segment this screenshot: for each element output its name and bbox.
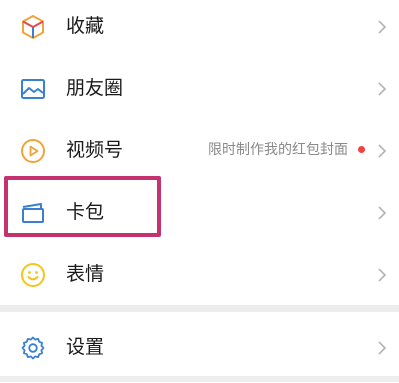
- red-dot-badge: [358, 145, 365, 153]
- menu-item-channels[interactable]: 视频号 限时制作我的红包封面: [0, 115, 399, 186]
- favorites-cube-icon: [22, 15, 44, 39]
- menu-item-label: 朋友圈: [66, 77, 124, 99]
- card-wallet-icon: [22, 203, 44, 223]
- channels-promo-text: 限时制作我的红包封面: [208, 115, 365, 186]
- chevron-right-icon: [378, 20, 387, 34]
- menu-item-stickers[interactable]: 表情: [0, 239, 399, 310]
- chevron-right-icon: [378, 268, 387, 282]
- chevron-right-icon: [378, 82, 387, 96]
- sticker-smile-icon: [21, 263, 45, 287]
- bottom-separator: [0, 376, 399, 382]
- settings-gear-icon: [21, 336, 45, 360]
- menu-item-label: 表情: [66, 263, 105, 285]
- menu-item-card-wallet[interactable]: 卡包: [0, 177, 399, 248]
- chevron-right-icon: [378, 206, 387, 220]
- moments-picture-icon: [21, 79, 45, 99]
- menu-item-settings[interactable]: 设置: [0, 312, 399, 383]
- menu-item-label: 卡包: [66, 201, 105, 223]
- chevron-right-icon: [378, 144, 387, 158]
- menu-item-moments[interactable]: 朋友圈: [0, 53, 399, 124]
- channels-play-icon: [21, 139, 45, 163]
- chevron-right-icon: [378, 341, 387, 355]
- menu-item-label: 设置: [66, 336, 105, 358]
- menu-item-label: 视频号: [66, 139, 124, 161]
